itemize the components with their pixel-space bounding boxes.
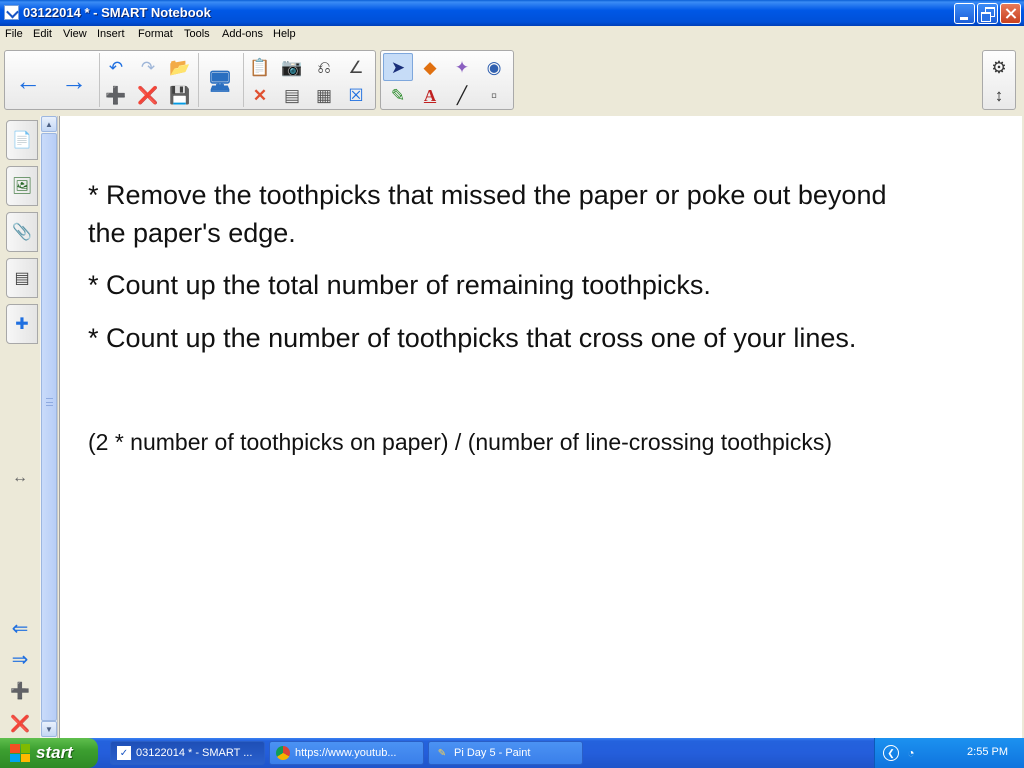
side-tabs: 📄 🖼 📎 ▤ ✚ ↔ ⇐ ⇒ ➕ ❌: [0, 116, 40, 738]
resize-sidebar-icon[interactable]: ↔: [6, 466, 34, 490]
toolbar-separator: [198, 53, 199, 107]
clock[interactable]: 2:55 PM: [967, 746, 1008, 758]
volume-tray-icon[interactable]: ◔: [903, 745, 919, 761]
properties-icon[interactable]: ▤: [6, 258, 38, 298]
start-button[interactable]: start: [0, 738, 98, 768]
paint-icon: ✎: [437, 747, 447, 759]
table-icon[interactable]: ▦: [309, 81, 339, 109]
redo-icon[interactable]: ↷: [133, 53, 163, 81]
menu-format[interactable]: Format: [138, 28, 173, 40]
title-bar[interactable]: 03122014 * - SMART Notebook: [0, 0, 1024, 26]
menu-edit[interactable]: Edit: [33, 28, 52, 40]
windows-logo-icon: [10, 744, 30, 762]
line-icon[interactable]: ╱: [447, 81, 477, 109]
show-hidden-icons-icon[interactable]: ❮: [883, 745, 899, 761]
task-label: https://www.youtub...: [295, 747, 397, 759]
main-toolbar: ← → ↶ ↷ 📂 ➕ ❌ 💾 🖥 📋 📷 ⎌ ∠ ✕ ▤ ▦ ☒ ➤ ◆ ✦ …: [0, 44, 1024, 116]
text-icon[interactable]: A: [415, 81, 445, 109]
taskbar-item-browser[interactable]: https://www.youtub...: [269, 741, 424, 765]
properties-icon[interactable]: ⎌: [309, 53, 339, 81]
chrome-icon: [276, 746, 290, 760]
taskbar-item-smart-notebook[interactable]: ✓ 03122014 * - SMART ...: [110, 741, 265, 765]
screen-view-icon[interactable]: 🖥: [203, 53, 237, 109]
pens-icon[interactable]: ✎: [383, 81, 413, 109]
select-icon[interactable]: ➤: [383, 53, 413, 81]
toolbar-separator: [99, 53, 100, 107]
task-label: 03122014 * - SMART ...: [136, 747, 253, 759]
scroll-thumb[interactable]: [41, 133, 57, 721]
restore-button[interactable]: [977, 3, 998, 24]
previous-page-icon[interactable]: ⇐: [6, 616, 34, 640]
close-button[interactable]: [1000, 3, 1021, 24]
back-arrow-icon[interactable]: ←: [11, 53, 45, 109]
toolbar-group-standard: ← → ↶ ↷ 📂 ➕ ❌ 💾 🖥 📋 📷 ⎌ ∠ ✕ ▤ ▦ ☒: [4, 50, 376, 110]
screen-shade-icon[interactable]: ▤: [277, 81, 307, 109]
save-icon[interactable]: 💾: [165, 81, 195, 109]
menu-view[interactable]: View: [63, 28, 87, 40]
note-text-line-2[interactable]: the paper's edge.: [88, 218, 296, 249]
toolbar-group-settings: ⚙ ↕: [982, 50, 1016, 110]
new-page-icon[interactable]: ➕: [101, 81, 131, 109]
add-page-icon[interactable]: ➕: [6, 679, 34, 703]
smart-notebook-window: 03122014 * - SMART Notebook File Edit Vi…: [0, 0, 1024, 738]
settings-gear-icon[interactable]: ⚙: [984, 53, 1014, 81]
task-label: Pi Day 5 - Paint: [454, 747, 531, 759]
windows-taskbar: start ✓ 03122014 * - SMART ... https://w…: [0, 738, 1024, 768]
scroll-down-icon[interactable]: ▼: [41, 721, 57, 737]
toolbar-group-tools: ➤ ◆ ✦ ◉ ✎ A ╱ ▫: [380, 50, 514, 110]
menu-help[interactable]: Help: [273, 28, 296, 40]
addons-icon[interactable]: ✚: [6, 304, 38, 344]
page-sorter-icon[interactable]: 📄: [6, 120, 38, 160]
open-file-icon[interactable]: 📂: [165, 53, 195, 81]
menu-tools[interactable]: Tools: [184, 28, 210, 40]
menu-insert[interactable]: Insert: [97, 28, 125, 40]
smart-notebook-task-icon: ✓: [117, 746, 131, 760]
note-text-line-4[interactable]: * Count up the number of toothpicks that…: [88, 323, 856, 354]
minimize-button[interactable]: [954, 3, 975, 24]
next-page-icon[interactable]: ⇒: [6, 647, 34, 671]
scroll-up-icon[interactable]: ▲: [41, 116, 57, 132]
start-label: start: [36, 743, 73, 762]
pi-formula-text[interactable]: (2 * number of toothpicks on paper) / (n…: [88, 429, 832, 456]
delete-icon[interactable]: ✕: [245, 81, 275, 109]
eraser-icon[interactable]: ▫: [479, 81, 509, 109]
menu-file[interactable]: File: [5, 28, 23, 40]
fill-icon[interactable]: ◉: [479, 53, 509, 81]
paste-icon[interactable]: 📋: [245, 53, 275, 81]
taskbar-item-paint[interactable]: ✎ Pi Day 5 - Paint: [428, 741, 583, 765]
measurement-tools-icon[interactable]: ∠: [341, 53, 371, 81]
gallery-icon[interactable]: 🖼: [6, 166, 38, 206]
forward-arrow-icon[interactable]: →: [57, 53, 91, 109]
shapes-icon[interactable]: ◆: [415, 53, 445, 81]
move-toolbar-icon[interactable]: ↕: [984, 81, 1014, 109]
capture-icon[interactable]: 📷: [277, 53, 307, 81]
toolbar-separator: [243, 53, 244, 107]
delete-page-icon[interactable]: ❌: [133, 81, 163, 109]
magic-pen-icon[interactable]: ✦: [447, 53, 477, 81]
menu-add-ons[interactable]: Add-ons: [222, 28, 263, 40]
menu-bar: File Edit View Insert Format Tools Add-o…: [0, 26, 1024, 44]
smart-notebook-app-icon[interactable]: [4, 5, 19, 20]
delete-page-side-icon[interactable]: ❌: [6, 712, 34, 736]
fullscreen-icon[interactable]: ☒: [341, 81, 371, 109]
window-title: 03122014 * - SMART Notebook: [23, 5, 211, 20]
undo-icon[interactable]: ↶: [101, 53, 131, 81]
note-text-line-3[interactable]: * Count up the total number of remaining…: [88, 270, 711, 301]
attachments-icon[interactable]: 📎: [6, 212, 38, 252]
note-text-line-1[interactable]: * Remove the toothpicks that missed the …: [88, 180, 886, 211]
vertical-scrollbar[interactable]: ▲ ▼: [40, 116, 58, 738]
system-tray: ❮ ◔ 2:55 PM: [874, 738, 1024, 768]
scroll-grip: [46, 398, 53, 406]
notebook-page[interactable]: * Remove the toothpicks that missed the …: [59, 116, 1022, 738]
